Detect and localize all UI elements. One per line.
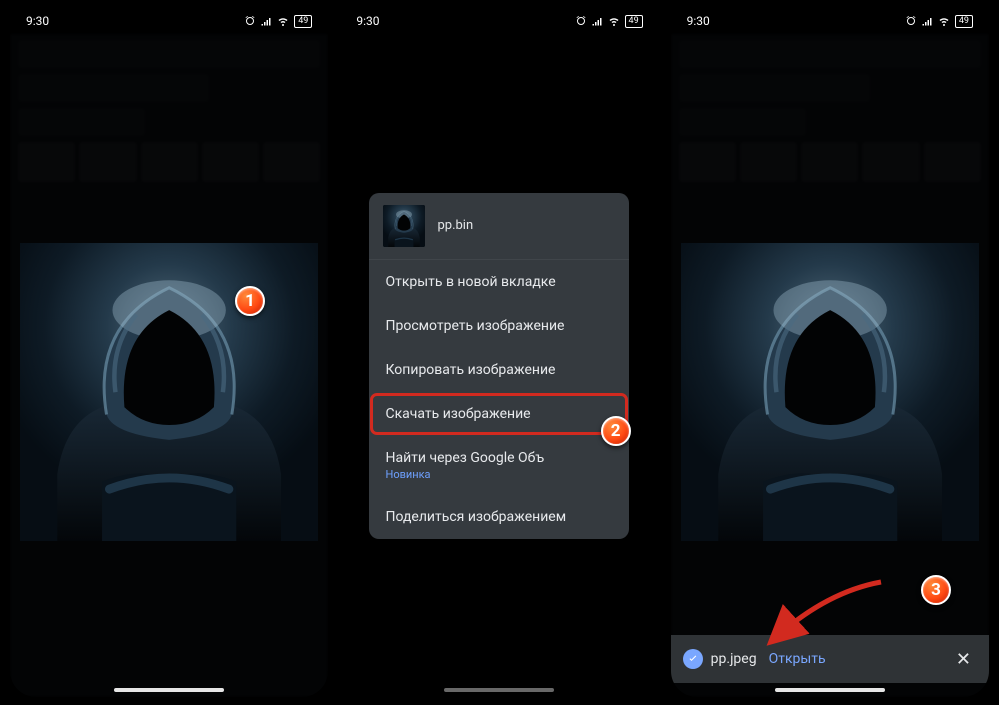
ctx-item-share-image[interactable]: Поделиться изображением (369, 495, 629, 539)
phone-screen-1: 9:30 49 1 (10, 8, 328, 697)
snackbar-close[interactable]: ✕ (950, 645, 977, 674)
annotation-badge-3: 3 (921, 575, 951, 605)
ctx-item-open-new-tab[interactable]: Открыть в новой вкладке (369, 260, 629, 304)
ctx-item-download-image[interactable]: Скачать изображение (369, 392, 629, 436)
signal-icon (260, 15, 272, 27)
image-viewer[interactable] (681, 243, 979, 607)
ctx-item-copy-image[interactable]: Копировать изображение (369, 348, 629, 392)
context-menu-filename: pp.bin (437, 218, 473, 233)
check-icon (683, 649, 703, 669)
wifi-icon (607, 15, 621, 27)
annotation-badge-2: 2 (601, 416, 631, 446)
home-indicator[interactable] (114, 688, 224, 692)
battery-indicator: 49 (294, 15, 312, 28)
status-icons: 49 (244, 15, 312, 28)
annotation-badge-1: 1 (235, 286, 265, 316)
ctx-item-label: Найти через Google Объ (385, 450, 544, 466)
battery-indicator: 49 (955, 15, 973, 28)
status-bar: 9:30 49 (340, 8, 658, 34)
context-menu: pp.bin Открыть в новой вкладке Просмотре… (369, 193, 629, 539)
wifi-icon (276, 15, 290, 27)
hooded-figure-image[interactable] (681, 243, 979, 541)
alarm-icon (575, 15, 587, 27)
ctx-item-sublabel: Новинка (385, 468, 613, 481)
image-viewer[interactable] (20, 243, 318, 607)
status-time: 9:30 (26, 14, 49, 28)
ctx-item-view-image[interactable]: Просмотреть изображение (369, 304, 629, 348)
snackbar-filename: pp.jpeg (711, 651, 757, 667)
status-icons: 49 (905, 15, 973, 28)
hooded-figure-image[interactable] (20, 243, 318, 541)
download-snackbar: pp.jpeg Открыть ✕ (671, 635, 989, 683)
signal-icon (591, 15, 603, 27)
status-bar: 9:30 49 (10, 8, 328, 34)
alarm-icon (244, 15, 256, 27)
signal-icon (921, 15, 933, 27)
wifi-icon (937, 15, 951, 27)
context-menu-header: pp.bin (369, 193, 629, 260)
status-time: 9:30 (687, 14, 710, 28)
context-menu-thumbnail (383, 205, 425, 247)
ctx-item-google-lens[interactable]: Найти через Google Объ Новинка (369, 436, 629, 495)
status-icons: 49 (575, 15, 643, 28)
status-time: 9:30 (356, 14, 379, 28)
status-bar: 9:30 49 (671, 8, 989, 34)
phone-screen-3: 9:30 49 pp.jpeg Открыть ✕ 3 (671, 8, 989, 697)
snackbar-open-action[interactable]: Открыть (769, 651, 826, 667)
alarm-icon (905, 15, 917, 27)
home-indicator[interactable] (775, 688, 885, 692)
battery-indicator: 49 (625, 15, 643, 28)
phone-screen-2: 9:30 49 pp.bin Открыть в новой вкладке П… (340, 8, 658, 697)
context-menu-overlay[interactable]: pp.bin Открыть в новой вкладке Просмотре… (340, 34, 658, 697)
